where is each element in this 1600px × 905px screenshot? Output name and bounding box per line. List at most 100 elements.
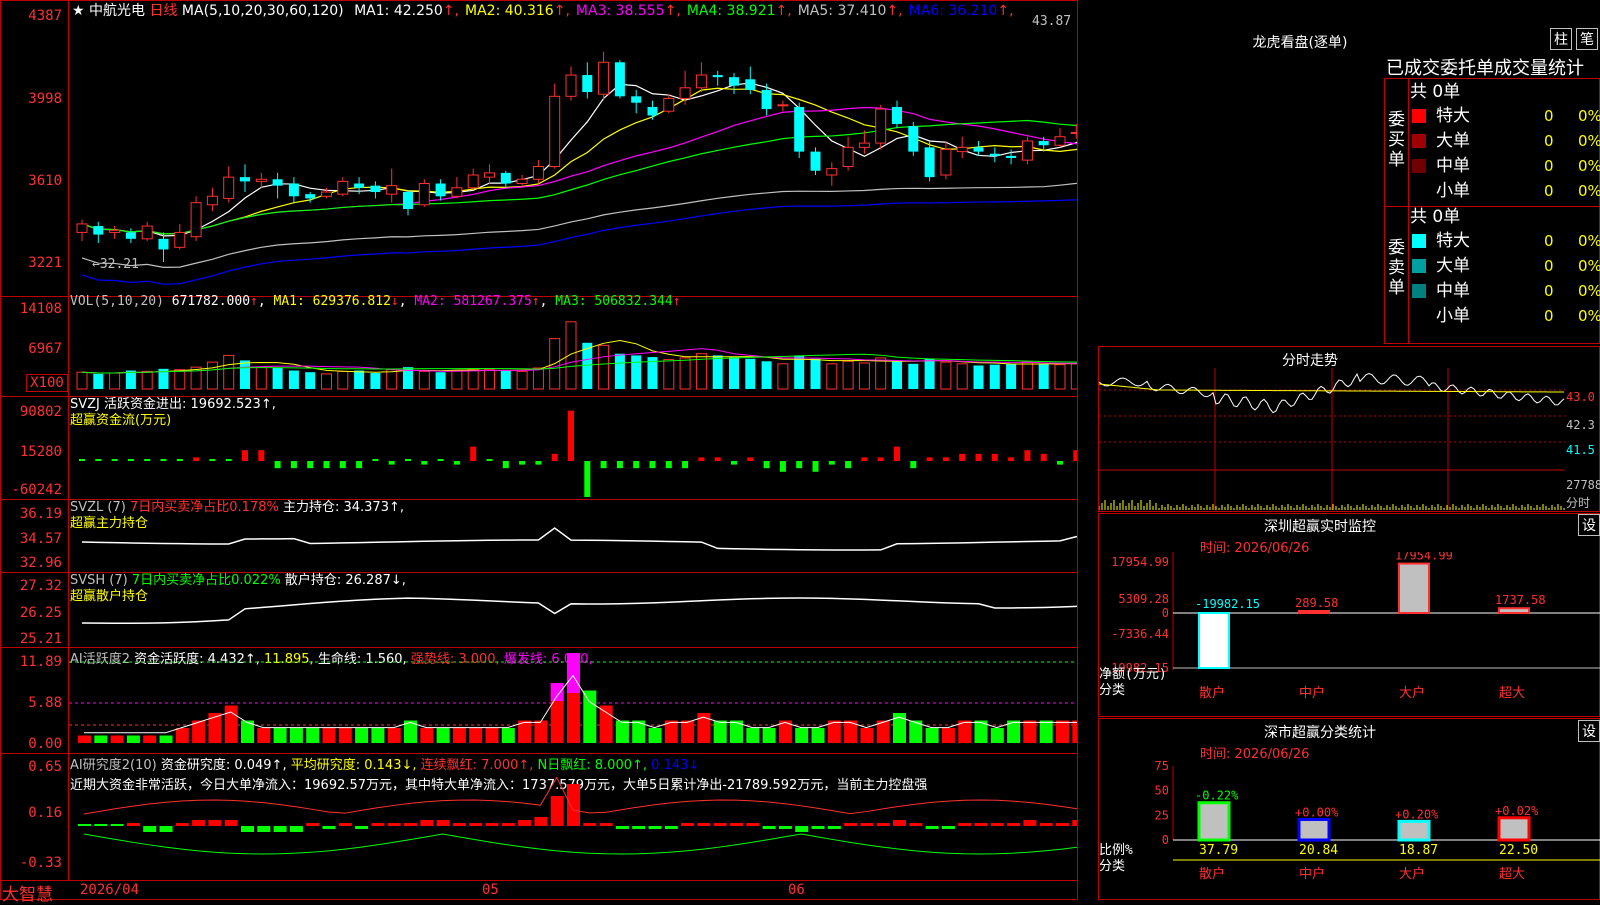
svzj-bar: [193, 457, 200, 461]
intraday-chart[interactable]: [1099, 368, 1565, 510]
fl-delta-label: +0.02%: [1495, 804, 1539, 818]
svzj-bar: [1040, 453, 1047, 461]
svzj-bar: [975, 453, 982, 461]
svzj-chart[interactable]: [69, 397, 1077, 499]
svzj-bar: [698, 457, 705, 461]
divider: [1408, 78, 1409, 344]
research-bar: [925, 826, 939, 829]
candle-body: [892, 106, 902, 124]
svsh-chart[interactable]: [69, 573, 1077, 647]
candle-body: [679, 87, 691, 99]
sell-row-p: 0%: [1578, 282, 1600, 300]
intraday-axis: 42.3: [1566, 418, 1595, 432]
volume-bar: [418, 370, 430, 390]
candle-body: [337, 180, 349, 195]
volume-bar: [712, 355, 723, 389]
research-bar: [241, 826, 254, 832]
activity-bar: [436, 728, 450, 743]
candle-body: [158, 238, 169, 250]
research-bar: [175, 823, 189, 826]
research-bar: [94, 824, 108, 826]
svzj-bar: [926, 457, 933, 461]
fl-delta-label: +0.00%: [1295, 805, 1339, 819]
research-bar: [501, 823, 515, 826]
research-bar: [126, 823, 140, 826]
activity-bar: [713, 720, 727, 743]
svzj-bar: [209, 459, 216, 461]
volume-chart[interactable]: [69, 297, 1077, 396]
research-bar: [827, 826, 841, 829]
svzj-bar: [502, 461, 509, 469]
svzj-bar: [942, 457, 949, 461]
candle-body: [810, 151, 821, 171]
sz-settings-button[interactable]: 设: [1578, 514, 1600, 536]
intraday-axis: 41.5: [1566, 443, 1595, 457]
research-bar: [1023, 820, 1037, 826]
fl-bar: [1297, 817, 1331, 842]
sell-row-swatch: [1412, 309, 1426, 323]
svzj-bar: [323, 461, 330, 469]
buy-row-swatch: [1412, 159, 1426, 173]
sell-row-swatch: [1412, 234, 1426, 248]
activity-bar: [746, 728, 760, 743]
ai-research-chart[interactable]: [69, 754, 1077, 880]
fl-axis-tick: 75: [1155, 759, 1169, 773]
research-bar: [371, 823, 385, 826]
activity-burst-bar: [550, 683, 564, 701]
fl-value-label: 22.50: [1499, 843, 1538, 858]
svzj-bar: [845, 461, 852, 469]
date-axis-label: 05: [482, 882, 499, 898]
candle-body: [565, 74, 577, 97]
svzl-chart[interactable]: [69, 500, 1077, 572]
svzj-bar: [356, 461, 363, 469]
sell-row-name: 小单: [1436, 306, 1470, 326]
sell-row-n: 0: [1544, 232, 1554, 250]
candle-body: [272, 179, 283, 186]
candle-body: [695, 74, 707, 89]
activity-bar: [648, 728, 662, 743]
volume-bar: [354, 370, 365, 389]
fl-stats-chart[interactable]: 75 50 25 0 -0.22% 37.79 散户 +0.00% 20.84 中户 +0.20% 1…: [1099, 756, 1600, 900]
svzj-bar: [242, 450, 248, 461]
svzj-bar: [1073, 450, 1077, 461]
research-bar: [550, 796, 564, 826]
candle-body: [973, 147, 984, 152]
fl-settings-button[interactable]: 设: [1578, 720, 1600, 742]
research-bar: [289, 826, 303, 832]
svzj-bar: [1057, 461, 1063, 465]
candle-body: [240, 177, 250, 182]
sz-monitor-title: 深圳超赢实时监控: [1264, 519, 1376, 535]
svzj-bar: [682, 461, 689, 469]
tick-view-button[interactable]: 笔: [1576, 28, 1598, 50]
volume-bar: [1021, 361, 1033, 390]
svzj-bar: [812, 461, 819, 472]
svzj-bar: [274, 461, 281, 469]
fl-category-label: 超大: [1499, 867, 1525, 882]
activity-bar: [371, 728, 385, 743]
research-bar: [990, 823, 1004, 826]
candlestick-chart[interactable]: [69, 0, 1077, 296]
volume-bar: [76, 371, 88, 390]
volume-bar: [761, 361, 772, 389]
ai-activity-chart[interactable]: [69, 648, 1077, 753]
price-axis-tick: 3610: [28, 173, 62, 189]
volume-bar: [174, 369, 186, 390]
sz-ylabel: 分类: [1099, 683, 1125, 698]
order-stats-tabs[interactable]: 已成交委托单成交量统计: [1386, 54, 1584, 80]
volume-bar: [516, 370, 528, 390]
volume-bar: [858, 362, 870, 390]
volume-bar: [956, 363, 968, 390]
svzj-bar: [894, 446, 900, 461]
vol-unit[interactable]: X100: [26, 374, 68, 392]
volume-bar: [940, 361, 952, 390]
sz-monitor-chart[interactable]: 17954.995309.280-7336.44-19982.15-19982.…: [1099, 552, 1600, 717]
activity-bar: [811, 728, 825, 743]
volume-bar: [451, 370, 463, 390]
candle-body: [370, 185, 381, 193]
svzj-bar: [258, 450, 265, 461]
svzj-bar: [339, 461, 346, 469]
activity-bar: [534, 720, 548, 743]
svzj-bar: [453, 461, 460, 465]
bar-view-button[interactable]: 柱: [1550, 28, 1572, 50]
sz-bar: [1398, 562, 1430, 614]
